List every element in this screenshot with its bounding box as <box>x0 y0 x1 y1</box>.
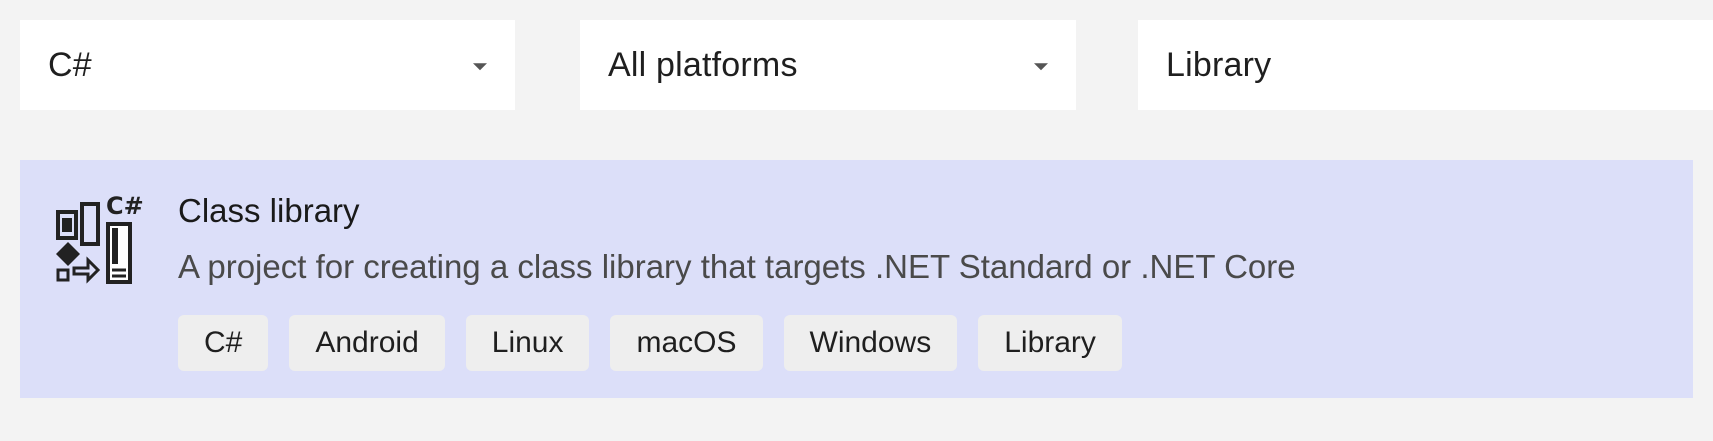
platform-dropdown-value: All platforms <box>608 45 798 84</box>
tag-csharp: C# <box>178 315 269 371</box>
template-tags: C# Android Linux macOS Windows Library <box>178 315 1122 371</box>
tag-android: Android <box>289 315 445 371</box>
tag-library: Library <box>978 315 1122 371</box>
tag-macos: macOS <box>610 315 763 371</box>
project-type-dropdown-value: Library <box>1166 45 1272 84</box>
svg-text:C#: C# <box>106 192 144 220</box>
template-filter-bar: C# All platforms Library <box>20 20 1713 110</box>
project-type-dropdown[interactable]: Library <box>1138 20 1713 110</box>
class-library-csharp-icon: C# <box>56 192 144 284</box>
language-dropdown[interactable]: C# <box>20 20 515 110</box>
template-list-item-class-library[interactable]: C# Class library A project for creating … <box>20 160 1693 398</box>
template-description: A project for creating a class library t… <box>178 248 1296 285</box>
tag-windows: Windows <box>783 315 958 371</box>
chevron-down-icon <box>473 63 487 71</box>
platform-dropdown[interactable]: All platforms <box>580 20 1076 110</box>
chevron-down-icon <box>1034 63 1048 71</box>
language-dropdown-value: C# <box>48 45 92 84</box>
template-title: Class library <box>178 192 360 229</box>
tag-linux: Linux <box>465 315 590 371</box>
